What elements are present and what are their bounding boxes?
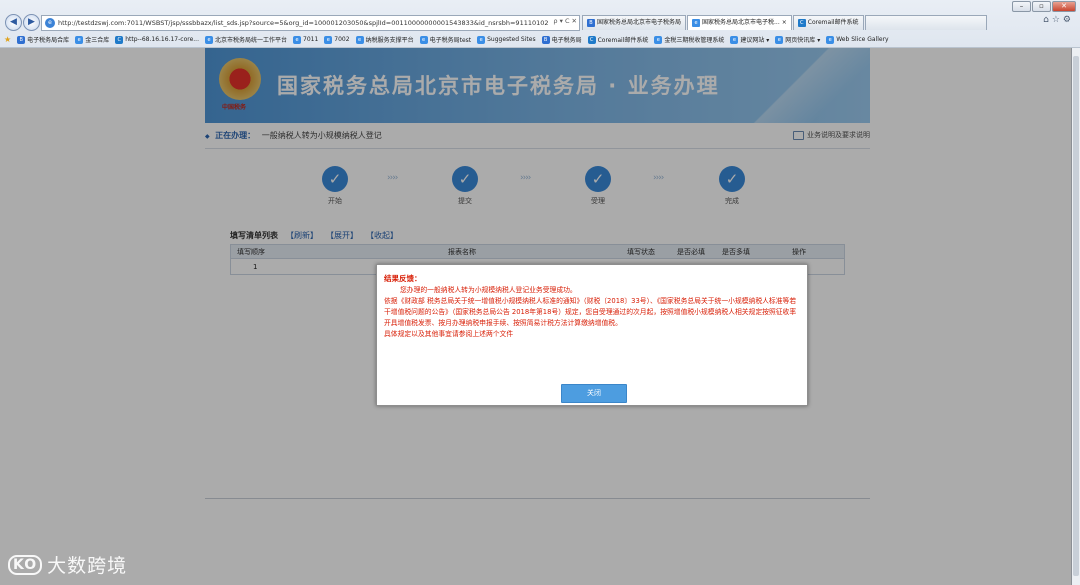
dialog-body: 您办理的一般纳税人转为小规模纳税人登记业务受理成功。 依据《财政部 税务总局关于… [384,285,802,340]
tab-icon: e [692,19,701,27]
maximize-button[interactable]: ▫ [1032,1,1051,12]
favorite-icon: e [205,35,213,44]
favorite-item[interactable]: B 电子税务局 [541,35,582,44]
gear-icon[interactable]: ⚙ [1063,15,1074,25]
favorite-item[interactable]: e 北京市税务局统一工作平台 [205,35,287,44]
close-dialog-button[interactable]: 关闭 [561,384,627,403]
browser-toolbar-icons: ⌂☆⚙ [1043,15,1074,25]
favorite-item[interactable]: e 7002 [324,35,350,44]
new-tab-area[interactable] [864,15,987,30]
result-feedback-dialog: 结果反馈： 您办理的一般纳税人转为小规模纳税人登记业务受理成功。 依据《财政部 … [376,264,808,406]
favorite-item[interactable]: e 7011 [293,35,319,44]
favorite-label: 7002 [334,36,350,43]
favorite-icon: e [355,35,364,44]
watermark-text: 大数跨境 [47,555,128,577]
favorite-label: 网页快讯库 ▾ [785,37,821,44]
favorite-label: 电子税务局合库 [27,37,70,44]
window-controls: – ▫ ✕ [1012,1,1076,12]
favorite-label: Web Slice Gallery [836,36,889,43]
favorite-icon: e [654,35,663,44]
favorite-label: http--68.16.16.17-core... [125,36,199,43]
scrollbar-thumb[interactable] [1073,56,1079,576]
favorite-icon: e [730,35,739,44]
tab-icon: C [797,19,806,27]
browser-chrome: – ▫ ✕ ◀ ▶ e http://testdzswj.com:7011/WS… [0,0,1080,48]
favorites-star-icon[interactable]: ★ [4,35,11,44]
favorites-bar: ★ B 电子税务局合库 e 金三合库 Chttp--68.16.16.17-core… [0,33,1080,46]
dialog-line-success: 您办理的一般纳税人转为小规模纳税人登记业务受理成功。 [400,286,577,294]
favorite-icon: C [115,35,124,44]
favorite-item[interactable]: e Suggested Sites [477,35,536,44]
favorite-item[interactable]: C Coremail邮件系统 [587,35,649,44]
favorite-item[interactable]: e 建议网站 ▾ [730,35,769,44]
tab-label: Coremail邮件系统 [807,19,859,26]
favorite-icon: e [75,35,84,44]
home-icon[interactable]: ⌂ [1043,15,1052,25]
favorite-item[interactable]: B 电子税务局合库 [17,35,69,44]
vertical-scrollbar[interactable] [1071,48,1080,585]
favorite-icon: B [17,35,26,44]
favorite-item[interactable]: e 金税三期税收管理系统 [654,35,724,44]
favorite-label: 纳税服务支撑平台 [365,37,414,44]
favorite-label: 7011 [303,36,319,43]
favorite-icon: e [775,35,784,44]
ie-page-icon: e [45,18,55,28]
forward-button[interactable]: ▶ [23,14,40,31]
tab-label: 国家税务总局北京市电子税... [702,19,780,26]
dialog-line-reference: 具体规定以及其他事宜请参阅上述两个文件 [384,330,514,338]
address-text: http://testdzswj.com:7011/WSBST/jsp/sssb… [58,19,549,27]
tab-tax-bureau[interactable]: B 国家税务总局北京市电子税务局 [582,15,687,30]
close-window-button[interactable]: ✕ [1052,1,1076,12]
favorite-label: Suggested Sites [487,36,536,43]
favorite-item[interactable]: Chttp--68.16.16.17-core... [115,35,199,44]
favorite-icon: e [324,35,333,44]
favorite-label: 电子税务局test [429,37,472,44]
favorite-item[interactable]: e 网页快讯库 ▾ [775,35,820,44]
favorite-icon: B [541,35,550,44]
tab-coremail[interactable]: C Coremail邮件系统 [792,15,864,30]
favorite-label: 建议网站 ▾ [740,37,770,44]
favorite-label: 电子税务局 [551,37,582,44]
favorite-label: 金三合库 [85,37,110,44]
favorite-icon: e [826,35,835,44]
watermark: KO 大数跨境 [8,551,127,578]
favorite-label: 金税三期税收管理系统 [664,37,725,44]
favorite-icon: e [477,35,486,44]
tab-label: 国家税务总局北京市电子税务局 [597,19,682,26]
tab-close-icon[interactable]: × [782,16,787,30]
favorite-item[interactable]: e 金三合库 [75,35,109,44]
address-bar[interactable]: e http://testdzswj.com:7011/WSBST/jsp/ss… [41,15,580,31]
favorite-item[interactable]: e 电子税务局test [419,35,472,44]
dialog-line-policy: 依据《财政部 税务总局关于统一增值税小规模纳税人标准的通知》（财税〔2018〕3… [384,297,797,327]
dialog-title: 结果反馈： [384,274,422,283]
back-button[interactable]: ◀ [5,14,22,31]
favorite-icon: C [587,35,596,44]
favorite-item[interactable]: e 纳税服务支撑平台 [355,35,414,44]
favorite-icon: e [293,35,302,44]
star-icon[interactable]: ☆ [1052,15,1063,25]
favorite-icon: e [419,35,428,44]
minimize-button[interactable]: – [1012,1,1031,12]
tab-strip: B 国家税务总局北京市电子税务局 e 国家税务总局北京市电子税... × C C… [582,15,987,30]
favorite-label: 北京市税务局统一工作平台 [215,37,288,44]
favorite-label: Coremail邮件系统 [597,37,649,44]
tab-icon: B [587,19,595,27]
watermark-logo-icon: KO [8,554,43,575]
tab-etax-active[interactable]: e 国家税务总局北京市电子税... × [687,15,792,30]
address-tools[interactable]: ρ ▾ C ✕ [553,17,577,25]
favorite-item[interactable]: e Web Slice Gallery [826,35,889,44]
